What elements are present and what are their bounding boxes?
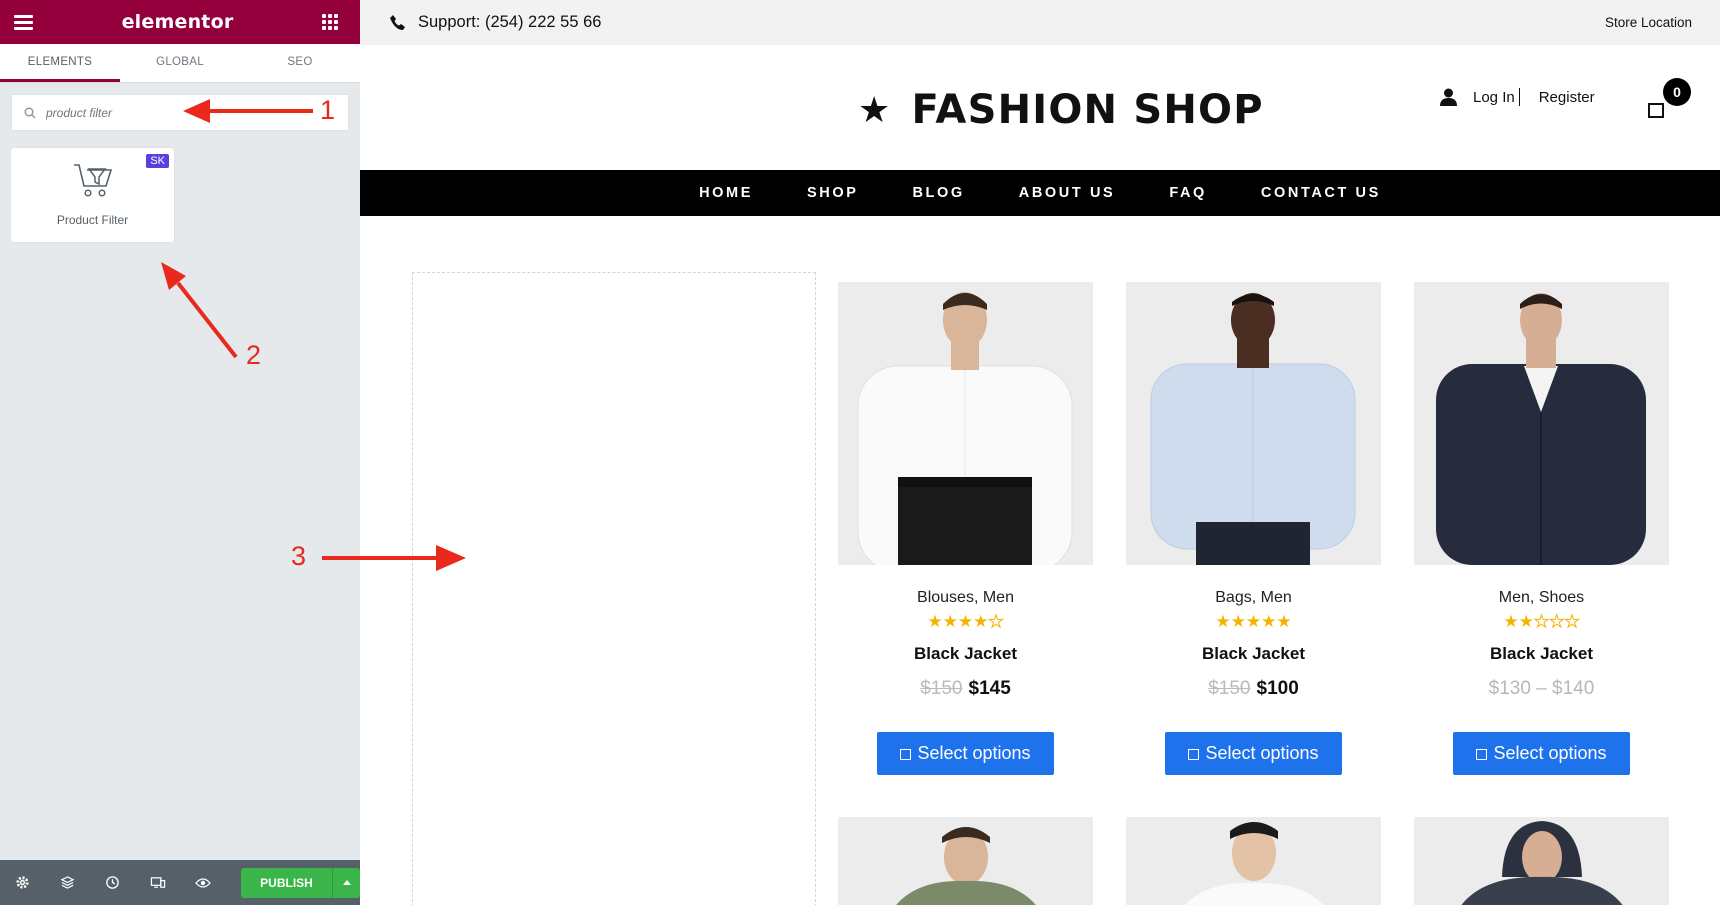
product-price: $150 $100 [1126, 678, 1381, 700]
product-price-range: $130 – $140 [1488, 678, 1595, 699]
product-price: $150 $145 [838, 678, 1093, 700]
publish-options-button[interactable] [332, 867, 360, 898]
checkbox-icon [1188, 749, 1200, 760]
site-logo[interactable]: ★ FASHION SHOP [858, 87, 1264, 133]
top-bar: Support: (254) 222 55 66 Store Location [360, 0, 1720, 45]
register-link[interactable]: Register [1539, 89, 1595, 106]
checkbox-icon [1476, 749, 1488, 760]
product-card: Men, Shoes ★★★★★ Black Jacket $130 – $14… [1414, 282, 1669, 775]
site-preview: Support: (254) 222 55 66 Store Location … [360, 0, 1720, 905]
product-categories[interactable]: Bags, Men [1126, 589, 1381, 607]
old-price: $150 [920, 678, 963, 699]
product-categories[interactable]: Blouses, Men [838, 589, 1093, 607]
settings-icon[interactable] [14, 874, 31, 891]
product-name[interactable]: Black Jacket [838, 644, 1093, 664]
sale-price: $145 [968, 678, 1011, 699]
menu-icon[interactable] [14, 14, 33, 30]
select-options-button[interactable]: Select options [877, 732, 1054, 775]
empty-column-dropzone[interactable] [412, 272, 816, 905]
bag-icon [1648, 103, 1664, 118]
support-info: Support: (254) 222 55 66 [389, 13, 601, 32]
preview-eye-icon[interactable] [194, 874, 211, 891]
apps-grid-icon[interactable] [322, 14, 338, 30]
nav-home[interactable]: HOME [699, 185, 753, 201]
responsive-icon[interactable] [149, 874, 166, 891]
account-links: Log In Register [1440, 88, 1595, 106]
history-icon[interactable] [104, 874, 121, 891]
product-image[interactable] [1414, 817, 1669, 905]
product-filter-widget[interactable]: SK Product Filter [11, 148, 174, 242]
main-navigation: HOME SHOP BLOG ABOUT US FAQ CONTACT US [360, 170, 1720, 216]
product-image[interactable] [838, 817, 1093, 905]
phone-icon [390, 15, 405, 30]
search-input[interactable] [46, 105, 326, 120]
app-window: elementor ELEMENTS GLOBAL SEO SK Product… [0, 0, 1720, 905]
panel-footer: PUBLISH [0, 860, 360, 905]
nav-blog[interactable]: BLOG [912, 185, 964, 201]
widget-search [11, 94, 349, 131]
star-icon: ★ [858, 89, 892, 131]
product-filter-icon [74, 164, 113, 197]
product-name[interactable]: Black Jacket [1126, 644, 1381, 664]
nav-contact-us[interactable]: CONTACT US [1261, 185, 1381, 201]
product-name[interactable]: Black Jacket [1414, 644, 1669, 664]
old-price: $150 [1208, 678, 1251, 699]
product-card: Bags, Men ★★★★★ Black Jacket $150 $100 Se… [1126, 282, 1381, 775]
star-rating: ★★★★★ [1215, 612, 1292, 631]
product-image[interactable] [838, 282, 1093, 565]
cart-button[interactable]: 0 [1648, 78, 1691, 120]
divider [1518, 88, 1520, 106]
tab-seo[interactable]: SEO [240, 44, 360, 82]
select-options-button[interactable]: Select options [1165, 732, 1342, 775]
nav-faq[interactable]: FAQ [1169, 185, 1207, 201]
sale-price: $100 [1256, 678, 1299, 699]
button-label: Select options [1493, 743, 1607, 763]
elementor-panel: elementor ELEMENTS GLOBAL SEO SK Product… [0, 0, 360, 905]
publish-group: PUBLISH [241, 867, 360, 898]
publish-button[interactable]: PUBLISH [241, 867, 332, 898]
nav-about-us[interactable]: ABOUT US [1019, 185, 1116, 201]
tab-global[interactable]: GLOBAL [120, 44, 240, 82]
product-categories[interactable]: Men, Shoes [1414, 589, 1669, 607]
support-text: Support: (254) 222 55 66 [418, 13, 602, 31]
store-location-link[interactable]: Store Location [1605, 15, 1692, 30]
tab-elements[interactable]: ELEMENTS [0, 44, 120, 82]
login-link[interactable]: Log In [1473, 89, 1515, 106]
product-image[interactable] [1126, 817, 1381, 905]
annotation-label: 1 [320, 95, 336, 125]
star-rating: ★★★★★ [927, 612, 1004, 631]
button-label: Select options [917, 743, 1031, 763]
search-icon [24, 107, 36, 118]
widget-label: Product Filter [56, 213, 129, 227]
cart-count: 0 [1663, 78, 1691, 106]
select-options-button[interactable]: Select options [1453, 732, 1630, 775]
annotation-label: 3 [291, 541, 307, 571]
caret-up-icon [342, 880, 351, 885]
site-header: ★ FASHION SHOP [360, 45, 1720, 170]
panel-tabs: ELEMENTS GLOBAL SEO [0, 44, 360, 83]
brand-name: FASHION SHOP [911, 87, 1264, 133]
product-card: Blouses, Men ★★★★★ Black Jacket $150 $145… [838, 282, 1093, 775]
button-label: Select options [1205, 743, 1319, 763]
product-image[interactable] [1414, 282, 1669, 565]
user-icon [1440, 88, 1457, 106]
star-rating: ★★★★★ [1503, 612, 1580, 631]
checkbox-icon [900, 749, 912, 760]
annotation-label: 2 [246, 340, 262, 370]
product-image[interactable] [1126, 282, 1381, 565]
panel-header: elementor [0, 0, 360, 44]
nav-shop[interactable]: SHOP [807, 185, 859, 201]
elementor-logo: elementor [121, 11, 234, 33]
layers-icon[interactable] [59, 874, 76, 891]
pro-badge: SK [146, 154, 169, 168]
